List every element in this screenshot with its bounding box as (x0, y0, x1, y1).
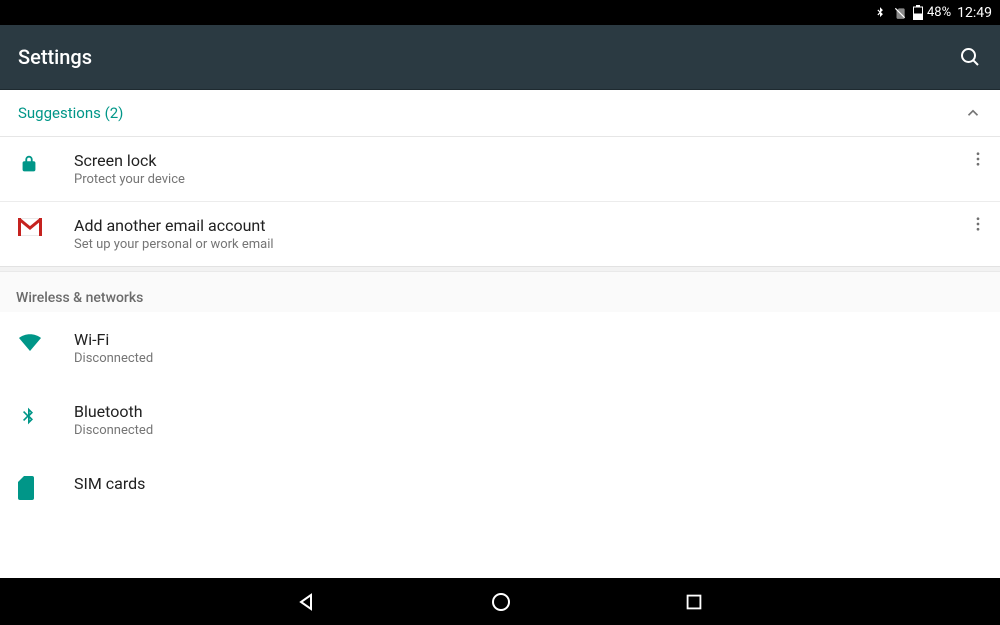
suggestion-add-email[interactable]: Add another email account Set up your pe… (0, 202, 1000, 266)
gmail-icon (18, 216, 58, 236)
suggestion-title: Add another email account (74, 216, 982, 235)
setting-sim-cards[interactable]: SIM cards (0, 456, 1000, 518)
overflow-menu-button[interactable] (966, 147, 990, 171)
lock-icon (18, 151, 58, 175)
no-sim-icon (893, 6, 907, 20)
square-recents-icon (683, 591, 705, 613)
search-icon (958, 45, 982, 69)
bluetooth-status-icon (873, 6, 887, 20)
battery-percent: 48% (927, 5, 951, 20)
status-bar: 48% 12:49 (0, 0, 1000, 25)
triangle-back-icon (295, 590, 319, 614)
navigation-bar (0, 578, 1000, 625)
back-button[interactable] (295, 590, 319, 614)
setting-subtitle: Disconnected (74, 423, 982, 438)
setting-wifi[interactable]: Wi-Fi Disconnected (0, 312, 1000, 384)
circle-home-icon (489, 590, 513, 614)
app-bar: Settings (0, 25, 1000, 90)
category-wireless-networks: Wireless & networks (0, 272, 1000, 312)
sim-card-icon (18, 474, 58, 500)
search-button[interactable] (958, 45, 982, 69)
clock: 12:49 (957, 5, 992, 21)
battery-icon (913, 5, 923, 20)
suggestion-subtitle: Protect your device (74, 172, 982, 187)
page-title: Settings (18, 45, 92, 69)
overflow-menu-button[interactable] (966, 212, 990, 236)
suggestions-label: Suggestions (2) (18, 104, 123, 122)
suggestions-header[interactable]: Suggestions (2) (0, 90, 1000, 137)
wifi-icon (18, 330, 58, 352)
suggestion-title: Screen lock (74, 151, 982, 170)
battery-indicator: 48% (913, 5, 951, 20)
setting-bluetooth[interactable]: Bluetooth Disconnected (0, 384, 1000, 456)
settings-content: Suggestions (2) Screen lock Protect your… (0, 90, 1000, 578)
recents-button[interactable] (683, 591, 705, 613)
setting-title: Bluetooth (74, 402, 982, 421)
chevron-up-icon (964, 104, 982, 122)
suggestion-subtitle: Set up your personal or work email (74, 237, 982, 252)
setting-title: SIM cards (74, 474, 982, 493)
home-button[interactable] (489, 590, 513, 614)
suggestion-screen-lock[interactable]: Screen lock Protect your device (0, 137, 1000, 202)
bluetooth-icon (18, 402, 58, 428)
setting-title: Wi-Fi (74, 330, 982, 349)
more-vert-icon (969, 150, 987, 168)
setting-subtitle: Disconnected (74, 351, 982, 366)
more-vert-icon (969, 215, 987, 233)
